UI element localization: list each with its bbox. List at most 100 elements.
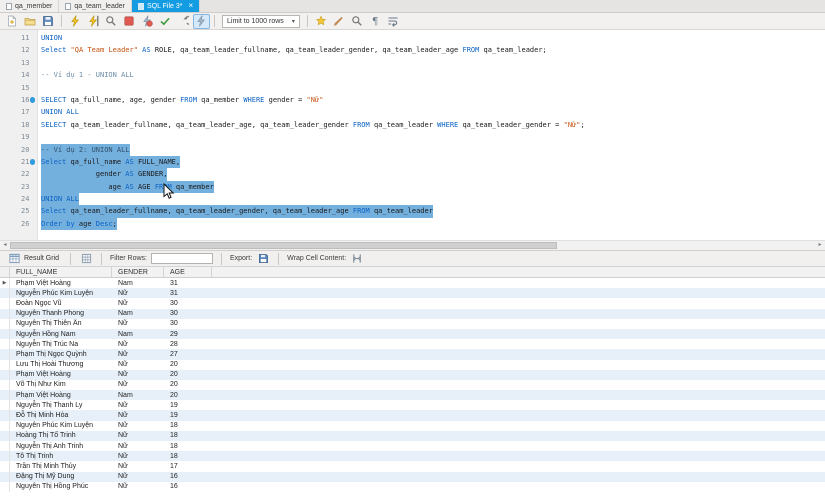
row-marker-cell[interactable]	[0, 410, 10, 420]
cell-gender[interactable]: Nữ	[112, 298, 164, 308]
cell-full-name[interactable]: Nguyễn Thị Thiên Ân	[10, 319, 112, 329]
row-marker-cell[interactable]	[0, 288, 10, 298]
sql-code-area[interactable]: UNIONSelect "QA Team Leader" AS ROLE, qa…	[38, 30, 825, 240]
commit-button[interactable]	[157, 14, 174, 29]
cell-age[interactable]: 18	[164, 421, 212, 431]
cell-gender[interactable]: Nữ	[112, 461, 164, 471]
column-header-gender[interactable]: GENDER	[112, 267, 164, 277]
cell-gender[interactable]: Nữ	[112, 349, 164, 359]
cell-gender[interactable]: Nữ	[112, 360, 164, 370]
tab-sql-file-3[interactable]: SQL File 3*×	[132, 0, 200, 12]
cell-age[interactable]: 30	[164, 319, 212, 329]
row-marker-cell[interactable]	[0, 431, 10, 441]
execute-button[interactable]	[67, 14, 84, 29]
cell-full-name[interactable]: Nguyễn Hồng Nam	[10, 329, 112, 339]
cell-age[interactable]: 19	[164, 400, 212, 410]
row-marker-cell[interactable]	[0, 319, 10, 329]
editor-line-17[interactable]: UNION ALL	[38, 106, 825, 118]
cell-full-name[interactable]: Phạm Việt Hoàng	[10, 370, 112, 380]
cell-full-name[interactable]: Phạm Việt Hoàng	[10, 390, 112, 400]
cell-age[interactable]: 20	[164, 370, 212, 380]
cell-age[interactable]: 18	[164, 431, 212, 441]
cell-age[interactable]: 20	[164, 360, 212, 370]
table-row[interactable]: Phạm Thị Ngọc QuỳnhNữ27	[0, 349, 825, 359]
sql-editor[interactable]: 11121314151617181920212223242526 UNIONSe…	[0, 30, 825, 240]
explain-button[interactable]	[103, 14, 120, 29]
cell-full-name[interactable]: Tô Thị Trinh	[10, 451, 112, 461]
row-marker-cell[interactable]	[0, 339, 10, 349]
row-marker-cell[interactable]	[0, 298, 10, 308]
table-row[interactable]: Nguyễn Phúc Kim LuyệnNữ31	[0, 288, 825, 298]
grid-view-icon[interactable]	[79, 253, 93, 265]
toggle-stop-on-error-button[interactable]	[139, 14, 156, 29]
row-marker-cell[interactable]	[0, 349, 10, 359]
find-button[interactable]	[348, 14, 365, 29]
cell-gender[interactable]: Nữ	[112, 380, 164, 390]
cell-full-name[interactable]: Đoàn Ngọc Vũ	[10, 298, 112, 308]
table-row[interactable]: ▶Phạm Việt HoàngNam31	[0, 278, 825, 288]
table-row[interactable]: Nguyễn Thị Anh TrinhNữ18	[0, 441, 825, 451]
editor-line-25[interactable]: Select qa_team_leader_fullname, qa_team_…	[38, 205, 825, 217]
cell-full-name[interactable]: Nguyễn Thị Anh Trinh	[10, 441, 112, 451]
cell-full-name[interactable]: Nguyễn Thị Thanh Ly	[10, 400, 112, 410]
cell-full-name[interactable]: Nguyễn Thị Hồng Phúc	[10, 482, 112, 492]
cell-age[interactable]: 29	[164, 329, 212, 339]
editor-line-18[interactable]: SELECT qa_team_leader_fullname, qa_team_…	[38, 119, 825, 131]
table-row[interactable]: Nguyễn Thị Hồng PhúcNữ16	[0, 482, 825, 492]
table-row[interactable]: Phạm Việt HoàngNữ20	[0, 370, 825, 380]
editor-line-24[interactable]: UNION ALL	[38, 193, 825, 205]
editor-line-21[interactable]: Select qa_full_name AS FULL_NAME,	[38, 156, 825, 168]
save-script-button[interactable]	[40, 14, 57, 29]
export-icon[interactable]	[256, 253, 270, 265]
editor-line-26[interactable]: Order by age Desc;	[38, 218, 825, 230]
cell-full-name[interactable]: Hoàng Thị Tố Trinh	[10, 431, 112, 441]
cell-age[interactable]: 30	[164, 309, 212, 319]
cell-gender[interactable]: Nữ	[112, 421, 164, 431]
autocommit-button[interactable]	[193, 14, 210, 29]
cell-full-name[interactable]: Võ Thị Như Kim	[10, 380, 112, 390]
table-row[interactable]: Đặng Thị Mỹ DungNữ16	[0, 472, 825, 482]
row-marker-cell[interactable]: ▶	[0, 278, 10, 288]
row-marker-cell[interactable]	[0, 461, 10, 471]
table-row[interactable]: Đỗ Thị Minh HòaNữ19	[0, 410, 825, 420]
cell-gender[interactable]: Nữ	[112, 288, 164, 298]
cell-full-name[interactable]: Nguyễn Phúc Kim Luyện	[10, 421, 112, 431]
wrap-cell-content-icon[interactable]	[350, 253, 364, 265]
rollback-button[interactable]	[175, 14, 192, 29]
invisible-chars-button[interactable]: ¶	[366, 14, 383, 29]
column-header-age[interactable]: AGE	[164, 267, 212, 277]
editor-line-20[interactable]: -- Ví dụ 2: UNION ALL	[38, 144, 825, 156]
cell-age[interactable]: 19	[164, 410, 212, 420]
cell-gender[interactable]: Nam	[112, 390, 164, 400]
cell-gender[interactable]: Nữ	[112, 472, 164, 482]
cell-gender[interactable]: Nữ	[112, 482, 164, 492]
result-grid-tab[interactable]: Result Grid	[4, 251, 62, 266]
table-row[interactable]: Phạm Việt HoàngNam20	[0, 390, 825, 400]
cell-gender[interactable]: Nữ	[112, 400, 164, 410]
table-row[interactable]: Nguyễn Thanh PhongNam30	[0, 309, 825, 319]
row-marker-cell[interactable]	[0, 370, 10, 380]
row-marker-cell[interactable]	[0, 329, 10, 339]
cell-gender[interactable]: Nam	[112, 278, 164, 288]
table-row[interactable]: Tô Thị TrinhNữ18	[0, 451, 825, 461]
cell-age[interactable]: 31	[164, 288, 212, 298]
limit-rows-dropdown[interactable]: Limit to 1000 rows ▾	[222, 15, 300, 28]
stop-button[interactable]	[121, 14, 138, 29]
editor-line-22[interactable]: gender AS GENDER,	[38, 168, 825, 180]
editor-line-15[interactable]	[38, 82, 825, 94]
table-row[interactable]: Đoàn Ngọc VũNữ30	[0, 298, 825, 308]
cell-age[interactable]: 20	[164, 380, 212, 390]
row-marker-cell[interactable]	[0, 451, 10, 461]
cell-full-name[interactable]: Nguyễn Thị Trúc Na	[10, 339, 112, 349]
editor-line-16[interactable]: SELECT qa_full_name, age, gender FROM qa…	[38, 94, 825, 106]
open-script-button[interactable]	[22, 14, 39, 29]
cell-full-name[interactable]: Phạm Thị Ngọc Quỳnh	[10, 349, 112, 359]
cell-full-name[interactable]: Đỗ Thị Minh Hòa	[10, 410, 112, 420]
cell-gender[interactable]: Nam	[112, 309, 164, 319]
scrollbar-thumb[interactable]	[10, 242, 557, 249]
table-row[interactable]: Nguyễn Hồng NamNam29	[0, 329, 825, 339]
cell-age[interactable]: 16	[164, 472, 212, 482]
cell-full-name[interactable]: Đặng Thị Mỹ Dung	[10, 472, 112, 482]
save-snippet-button[interactable]	[312, 14, 329, 29]
wrap-text-button[interactable]	[384, 14, 401, 29]
